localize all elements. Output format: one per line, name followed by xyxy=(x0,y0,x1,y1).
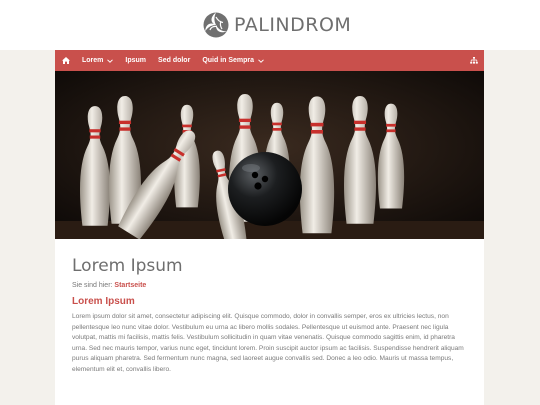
page-title: Lorem Ipsum xyxy=(72,256,183,276)
content-area: Lorem Ipsum Sie sind hier: Startseite Lo… xyxy=(55,71,484,405)
site-logo[interactable]: PALINDROM xyxy=(202,10,351,40)
bowling-pins-illustration xyxy=(55,71,484,239)
nav-item-label: Sed dolor xyxy=(158,57,191,64)
sitemap-icon xyxy=(470,57,478,64)
body-paragraph: Lorem ipsum dolor sit amet, consectetur … xyxy=(72,313,464,373)
site-name: PALINDROM xyxy=(234,14,352,36)
nav-item-label: Quid in Sempra xyxy=(202,57,255,64)
section-heading: Lorem Ipsum xyxy=(72,296,135,307)
main-navigation: Lorem Ipsum Sed dolor Quid in Sempra xyxy=(55,50,484,71)
triskele-ball-icon xyxy=(203,12,229,38)
breadcrumb-link-startseite[interactable]: Startseite xyxy=(114,282,146,289)
chevron-down-icon xyxy=(258,58,264,63)
nav-item-label: Lorem xyxy=(82,57,104,64)
nav-item-label: Ipsum xyxy=(125,57,147,64)
chevron-down-icon xyxy=(107,58,114,63)
nav-item-sed-dolor[interactable]: Sed dolor xyxy=(152,50,196,71)
breadcrumb-prefix: Sie sind hier: xyxy=(72,282,113,289)
site-header: PALINDROM xyxy=(0,0,540,50)
home-icon xyxy=(62,57,70,64)
hero-image xyxy=(55,71,484,239)
breadcrumb: Sie sind hier: Startseite xyxy=(72,282,146,289)
nav-item-ipsum[interactable]: Ipsum xyxy=(119,50,152,71)
nav-sitemap[interactable] xyxy=(464,50,484,71)
nav-item-lorem[interactable]: Lorem xyxy=(76,50,119,71)
nav-home[interactable] xyxy=(55,50,76,71)
nav-item-quid-in-sempra[interactable]: Quid in Sempra xyxy=(196,50,270,71)
